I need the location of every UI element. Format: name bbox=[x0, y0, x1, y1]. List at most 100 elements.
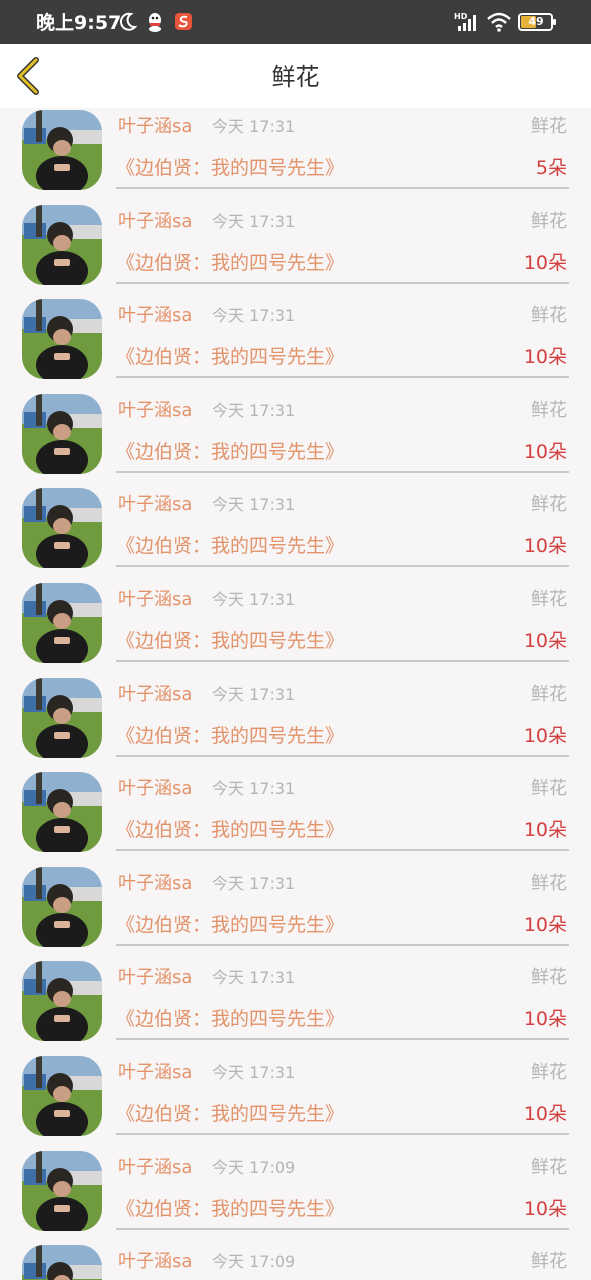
list-item[interactable]: 叶子涵sa 今天 17:31 鲜花 《边伯贤：我的四号先生》 10朵 bbox=[0, 488, 591, 583]
gift-type: 鲜花 bbox=[531, 967, 567, 989]
flower-count: 10朵 bbox=[523, 1008, 567, 1031]
list-item[interactable]: 叶子涵sa 今天 17:31 鲜花《边伯贤：我的四号先生》 10朵 bbox=[0, 299, 591, 394]
timestamp: 今天 17:09 bbox=[212, 1252, 296, 1272]
timestamp: 今天 17:31 bbox=[212, 590, 296, 609]
list-item[interactable]: 叶子涵sa 今天 17:31 鲜花《边伯贤：我的四号先生》 10朵 bbox=[0, 204, 591, 300]
avatar[interactable] bbox=[22, 204, 102, 285]
user-name[interactable]: 叶子涵sa bbox=[118, 399, 192, 423]
divider bbox=[116, 754, 569, 757]
flower-record-list[interactable]: 叶子涵sa 今天 17:31 鲜花 《边伯贤：我的四号先生》 5朵 叶子涵sa 今天 17:… bbox=[0, 108, 591, 1280]
divider bbox=[116, 1227, 569, 1230]
flower-count: 10朵 bbox=[523, 346, 567, 369]
book-title[interactable]: 《边伯贤：我的四号先生》 bbox=[116, 913, 344, 937]
user-name[interactable]: 叶子涵sa bbox=[118, 1156, 192, 1180]
book-title[interactable]: 《边伯贤：我的四号先生》 bbox=[116, 1007, 344, 1031]
avatar[interactable] bbox=[22, 299, 102, 380]
list-item[interactable]: 叶子涵sa 今天 17:31 鲜花《边伯贤：我的四号先生》 10朵 bbox=[0, 1056, 591, 1151]
avatar[interactable] bbox=[22, 110, 102, 190]
wifi-icon bbox=[486, 11, 512, 37]
avatar[interactable] bbox=[22, 583, 102, 663]
user-name[interactable]: 叶子涵sa bbox=[118, 777, 192, 801]
avatar[interactable] bbox=[22, 677, 102, 758]
list-item[interactable]: 叶子涵sa 今天 17:31 鲜花《边伯贤：我的四号先生》 10朵 bbox=[0, 583, 591, 678]
gift-type: 鲜花 bbox=[531, 116, 567, 137]
avatar[interactable] bbox=[22, 1056, 102, 1136]
list-item[interactable]: 叶子涵sa 今天 17:09 鲜花 bbox=[0, 1245, 591, 1280]
gift-type: 鲜花 bbox=[531, 683, 567, 705]
timestamp: 今天 17:31 bbox=[212, 117, 296, 136]
status-bar: 晚上9:57 HD 49 bbox=[0, 0, 591, 44]
list-item[interactable]: 叶子涵sa 今天 17:31 鲜花 《边伯贤：我的四号先生》 10朵 bbox=[0, 866, 591, 962]
book-title[interactable]: 《边伯贤：我的四号先生》 bbox=[116, 345, 344, 369]
list-item[interactable]: 叶子涵sa 今天 17:31 鲜花《边伯贤：我的四号先生》 10朵 bbox=[0, 393, 591, 489]
timestamp: 今天 17:31 bbox=[212, 684, 296, 704]
user-name[interactable]: 叶子涵sa bbox=[118, 304, 192, 328]
gift-type: 鲜花 bbox=[531, 589, 567, 610]
divider bbox=[116, 470, 569, 473]
user-name[interactable]: 叶子涵sa bbox=[118, 683, 192, 707]
list-item[interactable]: 叶子涵sa 今天 17:09 鲜花 《边伯贤：我的四号先生》 10朵 bbox=[0, 1150, 591, 1246]
flower-count: 10朵 bbox=[523, 630, 567, 652]
timestamp: 今天 17:09 bbox=[212, 1157, 296, 1177]
divider bbox=[116, 849, 569, 852]
user-name[interactable]: 叶子涵sa bbox=[118, 872, 192, 896]
timestamp: 今天 17:31 bbox=[212, 400, 296, 420]
avatar[interactable] bbox=[22, 866, 102, 947]
avatar[interactable] bbox=[22, 1150, 102, 1231]
gift-type: 鲜花 bbox=[531, 872, 567, 894]
book-title[interactable]: 《边伯贤：我的四号先生》 bbox=[116, 251, 344, 275]
user-name[interactable]: 叶子涵sa bbox=[118, 493, 192, 517]
divider bbox=[116, 281, 569, 284]
list-item[interactable]: 叶子涵sa 今天 17:31 鲜花 《边伯贤：我的四号先生》 10朵 bbox=[0, 961, 591, 1056]
book-title[interactable]: 《边伯贤：我的四号先生》 bbox=[116, 1197, 344, 1221]
avatar[interactable] bbox=[22, 488, 102, 569]
moon-icon bbox=[118, 11, 138, 37]
flower-count: 10朵 bbox=[523, 1103, 567, 1125]
timestamp: 今天 17:31 bbox=[212, 1063, 296, 1082]
avatar[interactable] bbox=[22, 1245, 102, 1280]
timestamp: 今天 17:31 bbox=[212, 779, 296, 799]
flower-count: 10朵 bbox=[523, 251, 567, 274]
divider bbox=[116, 660, 569, 662]
gift-type: 鲜花 bbox=[531, 778, 567, 800]
user-name[interactable]: 叶子涵sa bbox=[118, 210, 192, 234]
avatar[interactable] bbox=[22, 961, 102, 1042]
flower-count: 10朵 bbox=[523, 1197, 567, 1220]
book-title[interactable]: 《边伯贤：我的四号先生》 bbox=[116, 724, 344, 748]
flower-count: 10朵 bbox=[523, 913, 567, 936]
divider bbox=[116, 1038, 569, 1041]
book-title[interactable]: 《边伯贤：我的四号先生》 bbox=[116, 1102, 344, 1126]
book-title[interactable]: 《边伯贤：我的四号先生》 bbox=[116, 440, 344, 464]
user-name[interactable]: 叶子涵sa bbox=[118, 1061, 192, 1085]
battery-icon: 49 bbox=[518, 11, 558, 33]
page-title: 鲜花 bbox=[271, 63, 320, 91]
book-title[interactable]: 《边伯贤：我的四号先生》 bbox=[116, 629, 344, 653]
flower-count: 10朵 bbox=[523, 819, 567, 842]
flower-count: 5朵 bbox=[535, 157, 567, 179]
gift-type: 鲜花 bbox=[531, 305, 567, 327]
list-item[interactable]: 叶子涵sa 今天 17:31 鲜花《边伯贤：我的四号先生》 10朵 bbox=[0, 772, 591, 867]
user-name[interactable]: 叶子涵sa bbox=[118, 966, 192, 990]
user-name[interactable]: 叶子涵sa bbox=[118, 588, 192, 612]
divider bbox=[116, 943, 569, 946]
timestamp: 今天 17:31 bbox=[212, 306, 296, 326]
status-time: 晚上9:57 bbox=[36, 12, 122, 34]
flower-count: 10朵 bbox=[523, 535, 567, 558]
flower-count: 10朵 bbox=[523, 440, 567, 463]
network-type-label: HD bbox=[454, 12, 468, 21]
gift-type: 鲜花 bbox=[531, 399, 567, 421]
book-title[interactable]: 《边伯贤：我的四号先生》 bbox=[116, 818, 344, 842]
user-name[interactable]: 叶子涵sa bbox=[118, 115, 192, 139]
timestamp: 今天 17:31 bbox=[212, 211, 296, 231]
avatar[interactable] bbox=[22, 772, 102, 853]
user-name[interactable]: 叶子涵sa bbox=[118, 1250, 192, 1274]
battery-level: 49 bbox=[528, 15, 544, 28]
gift-type: 鲜花 bbox=[531, 1062, 567, 1083]
qq-icon bbox=[146, 11, 164, 37]
book-title[interactable]: 《边伯贤：我的四号先生》 bbox=[116, 534, 344, 558]
gift-type: 鲜花 bbox=[531, 210, 567, 232]
list-item[interactable]: 叶子涵sa 今天 17:31 鲜花 《边伯贤：我的四号先生》 10朵 bbox=[0, 677, 591, 773]
book-title[interactable]: 《边伯贤：我的四号先生》 bbox=[116, 156, 344, 180]
list-item[interactable]: 叶子涵sa 今天 17:31 鲜花《边伯贤：我的四号先生》 5朵 bbox=[0, 110, 591, 205]
avatar[interactable] bbox=[22, 393, 102, 474]
